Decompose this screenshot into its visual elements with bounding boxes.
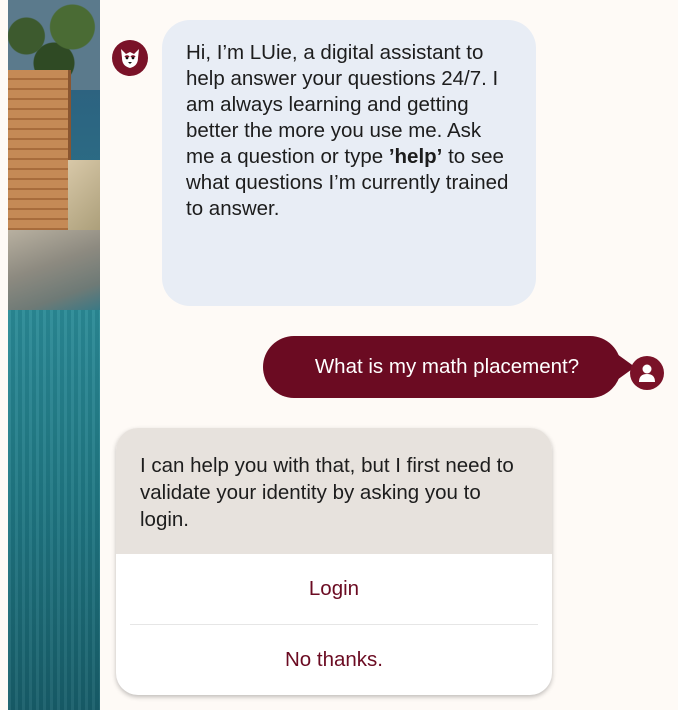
bot-reply-card: I can help you with that, but I first ne… — [116, 428, 552, 695]
user-message-text: What is my math placement? — [314, 355, 580, 378]
no-thanks-button[interactable]: No thanks. — [116, 625, 552, 695]
bot-intro-message: Hi, I’m LUie, a digital assistant to hel… — [162, 20, 536, 306]
bot-reply-message: I can help you with that, but I first ne… — [116, 428, 552, 554]
login-button[interactable]: Login — [116, 554, 552, 624]
photo-lake — [8, 310, 100, 710]
user-person-icon — [630, 356, 664, 390]
background-photo-campus — [8, 0, 100, 710]
user-message: What is my math placement? — [263, 336, 635, 398]
wolf-mascot-icon — [112, 40, 148, 76]
photo-rocks — [8, 230, 100, 320]
help-keyword: ’help’ — [388, 145, 443, 168]
